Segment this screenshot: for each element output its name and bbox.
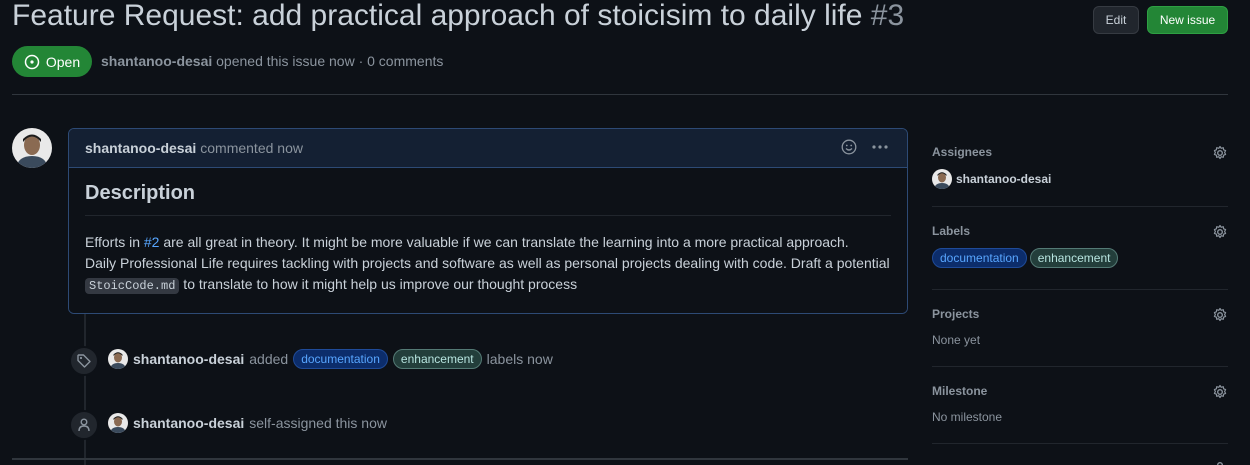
- gear-icon[interactable]: [1212, 145, 1228, 161]
- sidebar-divider: [932, 443, 1228, 444]
- comment-box: shantanoo-desai commented now Descriptio…: [68, 128, 908, 314]
- sidebar-projects[interactable]: Projects None yet: [932, 307, 1228, 347]
- comment-text: Efforts in: [85, 234, 144, 250]
- author-avatar[interactable]: [12, 128, 52, 168]
- sidebar-divider: [932, 366, 1228, 367]
- sidebar-projects-value: None yet: [932, 333, 981, 347]
- issue-meta: shantanoo-desai opened this issue now · …: [101, 53, 443, 69]
- label-documentation[interactable]: documentation: [293, 349, 388, 369]
- comment-line-3: StoicCode.md to translate to how it migh…: [85, 274, 891, 297]
- sidebar-label-enhancement[interactable]: enhancement: [1029, 248, 1119, 268]
- sidebar-assignees[interactable]: Assignees shantanoo-desai: [932, 145, 1228, 190]
- comment-header: shantanoo-desai commented now: [69, 129, 907, 168]
- sidebar-labels[interactable]: Labels documentation enhancement: [932, 224, 1228, 272]
- kebab-horizontal-icon[interactable]: [871, 139, 889, 155]
- inline-code: StoicCode.md: [85, 278, 180, 294]
- edit-button[interactable]: Edit: [1093, 6, 1139, 34]
- sidebar-divider: [932, 206, 1228, 207]
- comment-author[interactable]: shantanoo-desai: [85, 140, 196, 156]
- issue-meta-text: opened this issue now · 0 comments: [216, 53, 444, 69]
- timeline-icon-label: [69, 346, 99, 376]
- issue-author-link[interactable]: shantanoo-desai: [101, 53, 212, 69]
- event-action: added: [249, 351, 289, 367]
- smiley-icon[interactable]: [841, 139, 857, 155]
- event-suffix: labels now: [486, 351, 553, 367]
- issue-link[interactable]: #2: [144, 234, 160, 250]
- issue-opened-icon: [24, 54, 40, 69]
- comment-text: to translate to how it might help us imp…: [179, 276, 578, 292]
- comment-body: Description Efforts in #2 are all great …: [69, 168, 907, 313]
- status-badge: Open: [12, 46, 92, 77]
- sidebar-assignees-title: Assignees: [932, 145, 993, 159]
- timeline-end-divider: [12, 458, 908, 460]
- assignee-name[interactable]: shantanoo-desai: [956, 172, 1051, 186]
- status-label: Open: [45, 53, 81, 70]
- sidebar-milestone[interactable]: Milestone No milestone: [932, 384, 1228, 424]
- timeline-icon-assign: [69, 410, 99, 440]
- assignee-avatar[interactable]: [932, 169, 952, 189]
- gear-icon[interactable]: [1212, 384, 1228, 400]
- issue-title: Feature Request: add practical approach …: [12, 0, 904, 36]
- sidebar-projects-title: Projects: [932, 307, 980, 321]
- gear-icon[interactable]: [1212, 307, 1228, 323]
- sidebar-milestone-title: Milestone: [932, 384, 988, 398]
- issue-number: #3: [870, 0, 905, 32]
- gear-icon[interactable]: [1212, 457, 1228, 465]
- person-icon: [78, 418, 90, 432]
- sidebar-divider: [932, 289, 1228, 290]
- comment-line-1: Efforts in #2 are all great in theory. I…: [85, 232, 891, 253]
- sidebar-label-documentation[interactable]: documentation: [932, 248, 1027, 268]
- header-divider: [12, 94, 1228, 95]
- event-actor[interactable]: shantanoo-desai: [133, 415, 244, 431]
- issue-title-text: Feature Request: add practical approach …: [12, 0, 863, 32]
- timeline-line: [84, 314, 86, 465]
- comment-text: are all great in theory. It might be mor…: [159, 234, 849, 250]
- comment-heading: Description: [85, 182, 891, 216]
- event-action: self-assigned this now: [249, 415, 387, 431]
- gear-icon[interactable]: [1212, 224, 1228, 240]
- sidebar-development[interactable]: [932, 455, 1228, 465]
- avatar[interactable]: [108, 349, 128, 369]
- avatar[interactable]: [108, 413, 128, 433]
- tag-icon: [77, 354, 91, 368]
- sidebar-milestone-value: No milestone: [932, 410, 1003, 424]
- event-actor[interactable]: shantanoo-desai: [133, 351, 244, 367]
- sidebar-labels-title: Labels: [932, 224, 971, 238]
- timeline-event-labels: shantanoo-desai added documentation enha…: [108, 349, 553, 369]
- timeline-event-assigned: shantanoo-desai self-assigned this now: [108, 413, 387, 433]
- new-issue-button[interactable]: New issue: [1147, 6, 1228, 34]
- label-enhancement[interactable]: enhancement: [392, 349, 482, 369]
- comment-timestamp[interactable]: commented now: [200, 140, 303, 156]
- comment-line-2: Daily Professional Life requires tacklin…: [85, 255, 890, 271]
